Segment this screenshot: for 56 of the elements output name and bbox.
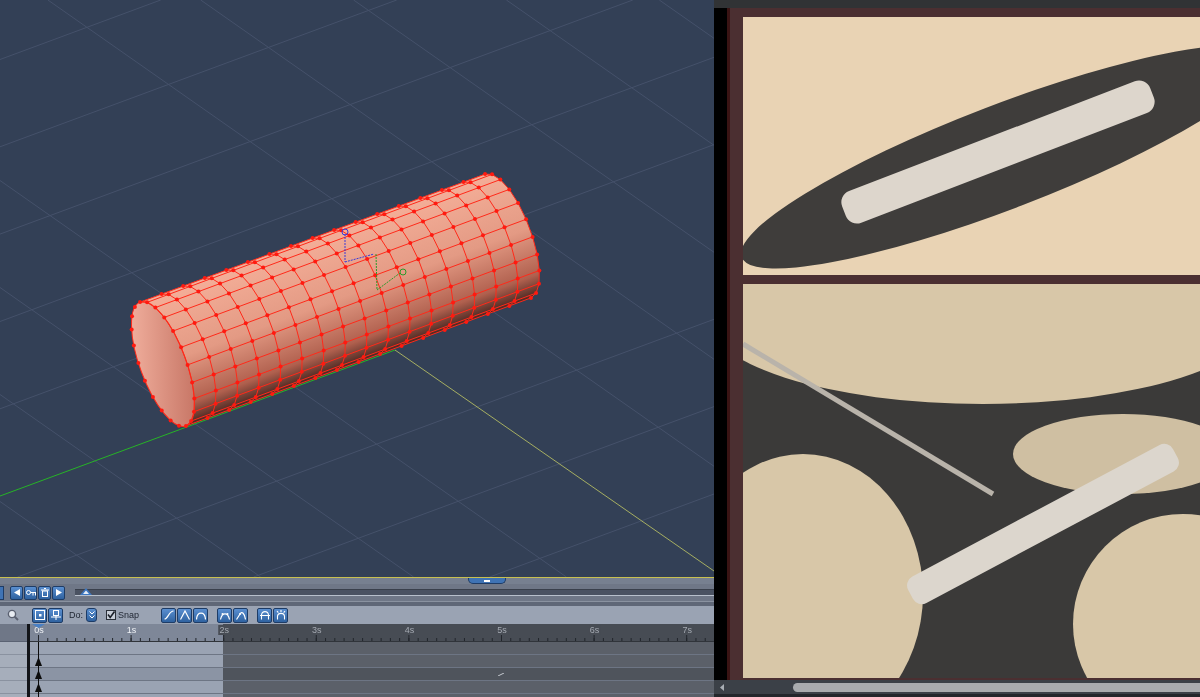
curve-button[interactable] [161,607,176,623]
tick-label: 1s [125,625,138,635]
tick-label: 6s [588,625,601,635]
peak-icon [179,610,190,620]
do-dropdown[interactable] [86,608,97,622]
tick-label: 2s [218,625,230,635]
tick-label: 5s [496,625,508,635]
ramp-arc-icon [235,610,246,620]
tick-label: 4s [403,625,416,635]
frame-button[interactable] [32,607,47,623]
track-header [0,642,27,655]
baseline-icon [50,610,61,620]
minus-icon [484,579,490,582]
triangle-left-icon [720,683,724,691]
time-ruler[interactable]: 0s 1s 2s 3s 4s 5s 6s 7s [30,624,714,642]
do-label: Do: [69,610,83,620]
tick-label: 7s [681,625,693,635]
track-row[interactable] [30,642,714,655]
snap-label[interactable]: Snap [118,610,140,620]
curve-button[interactable] [233,607,248,623]
dotted-arc-icon [219,610,230,620]
double-chevron-icon [88,611,95,619]
track-row[interactable] [30,668,714,681]
toolbar-button[interactable] [0,585,4,600]
curve-button[interactable] [257,607,272,623]
ease-curve-icon [163,610,174,620]
track-header [0,668,27,681]
next-key-button[interactable] [52,585,65,600]
track-header [0,655,27,668]
time-slider[interactable] [75,589,714,596]
delete-key-button[interactable] [38,585,51,600]
checkbox[interactable] [106,610,116,620]
tick-label: 3s [311,625,323,635]
frame-icon [34,610,45,620]
curve-button[interactable] [177,607,192,623]
arch-icon [259,610,270,620]
baseline-button[interactable] [48,607,63,623]
trash-icon [40,588,49,597]
arc-icon [195,610,206,620]
triangle-left-icon [13,589,20,596]
previous-key-button[interactable] [10,585,23,600]
slider-thumb[interactable] [80,588,93,595]
search-icon[interactable] [7,609,19,621]
curve-button[interactable] [193,607,208,623]
track-header [0,681,27,694]
curve-button[interactable] [273,607,288,623]
triangle-right-icon [55,589,62,596]
scrollbar-thumb[interactable] [793,682,1200,692]
key-icon [25,589,36,596]
horizontal-scrollbar[interactable] [714,680,1200,694]
curve-button[interactable] [217,607,232,623]
track-header [0,624,27,642]
burst-arch-icon [275,610,286,620]
scroll-left-button[interactable] [718,682,726,692]
key-button[interactable] [24,585,37,600]
track-row[interactable] [30,655,714,668]
